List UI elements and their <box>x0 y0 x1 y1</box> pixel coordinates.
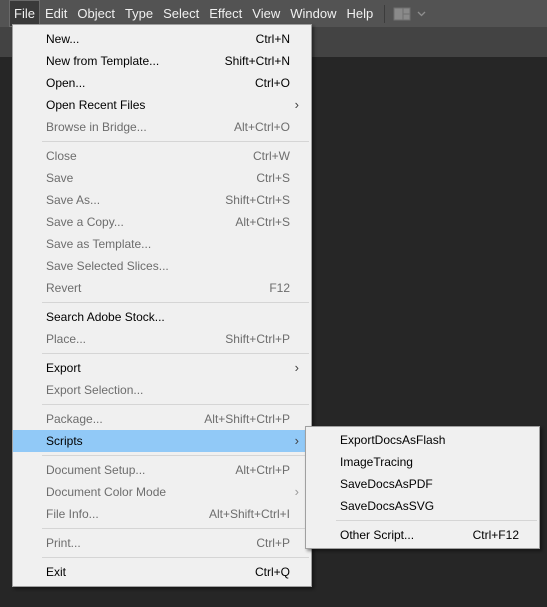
menu-item-export-selection: Export Selection... <box>46 383 144 397</box>
menu-separator <box>42 528 309 529</box>
submenu-arrow-icon: › <box>294 484 299 499</box>
submenu-arrow-icon: › <box>294 433 299 448</box>
menu-bar: File Edit Object Type Select Effect View… <box>0 0 547 27</box>
menu-item-document-setup: Document Setup... Alt+Ctrl+P <box>46 463 290 477</box>
menu-separator <box>42 302 309 303</box>
menu-item-scripts[interactable]: Scripts › <box>13 430 311 452</box>
menu-item-save-selected-slices: Save Selected Slices... <box>46 259 169 273</box>
menu-item-exit[interactable]: Exit Ctrl+Q <box>13 561 311 583</box>
menubar-file[interactable]: File <box>9 0 40 27</box>
menu-item-save-as-template: Save as Template... <box>46 237 152 251</box>
menubar-select[interactable]: Select <box>158 0 204 27</box>
menu-item-file-info: File Info... Alt+Shift+Ctrl+I <box>46 507 290 521</box>
menu-item-revert: Revert F12 <box>46 281 290 295</box>
menu-item-save-copy: Save a Copy... Alt+Ctrl+S <box>46 215 290 229</box>
menu-item-place: Place... Shift+Ctrl+P <box>46 332 290 346</box>
menu-item-browse-bridge: Browse in Bridge... Alt+Ctrl+O <box>46 120 290 134</box>
submenu-arrow-icon: › <box>294 97 299 112</box>
menu-item-open-recent[interactable]: Open Recent Files › <box>13 94 311 116</box>
menubar-window[interactable]: Window <box>285 0 341 27</box>
submenu-arrow-icon: › <box>294 360 299 375</box>
menubar-object[interactable]: Object <box>72 0 120 27</box>
menu-item-document-color-mode: Document Color Mode › <box>13 481 311 503</box>
script-item-save-docs-as-svg[interactable]: SaveDocsAsSVG <box>306 495 539 517</box>
menu-separator <box>336 520 537 521</box>
menubar-type[interactable]: Type <box>120 0 158 27</box>
scripts-submenu: ExportDocsAsFlash ImageTracing SaveDocsA… <box>305 426 540 549</box>
menu-item-package: Package... Alt+Shift+Ctrl+P <box>46 412 290 426</box>
menu-separator <box>42 141 309 142</box>
script-item-image-tracing[interactable]: ImageTracing <box>306 451 539 473</box>
menu-item-new-from-template[interactable]: New from Template... Shift+Ctrl+N <box>13 50 311 72</box>
menu-item-new[interactable]: New... Ctrl+N <box>13 28 311 50</box>
chevron-down-icon[interactable] <box>417 11 426 17</box>
menubar-effect[interactable]: Effect <box>204 0 247 27</box>
menubar-help[interactable]: Help <box>341 0 378 27</box>
menu-item-search-adobe-stock[interactable]: Search Adobe Stock... <box>13 306 311 328</box>
menu-item-print: Print... Ctrl+P <box>46 536 290 550</box>
menu-separator <box>42 557 309 558</box>
menu-item-export[interactable]: Export › <box>13 357 311 379</box>
menu-separator <box>42 353 309 354</box>
menu-item-save: Save Ctrl+S <box>46 171 290 185</box>
menu-separator <box>42 404 309 405</box>
script-item-save-docs-as-pdf[interactable]: SaveDocsAsPDF <box>306 473 539 495</box>
menu-separator <box>42 455 309 456</box>
workspace-switcher-icon[interactable] <box>393 7 411 21</box>
script-item-other-script[interactable]: Other Script... Ctrl+F12 <box>306 524 539 546</box>
menu-item-open[interactable]: Open... Ctrl+O <box>13 72 311 94</box>
menubar-divider <box>384 4 386 23</box>
menu-item-close: Close Ctrl+W <box>46 149 290 163</box>
menu-item-save-as: Save As... Shift+Ctrl+S <box>46 193 290 207</box>
script-item-export-docs-as-flash[interactable]: ExportDocsAsFlash <box>306 429 539 451</box>
menubar-view[interactable]: View <box>247 0 285 27</box>
menubar-edit[interactable]: Edit <box>40 0 72 27</box>
file-menu: New... Ctrl+N New from Template... Shift+C… <box>12 24 312 587</box>
